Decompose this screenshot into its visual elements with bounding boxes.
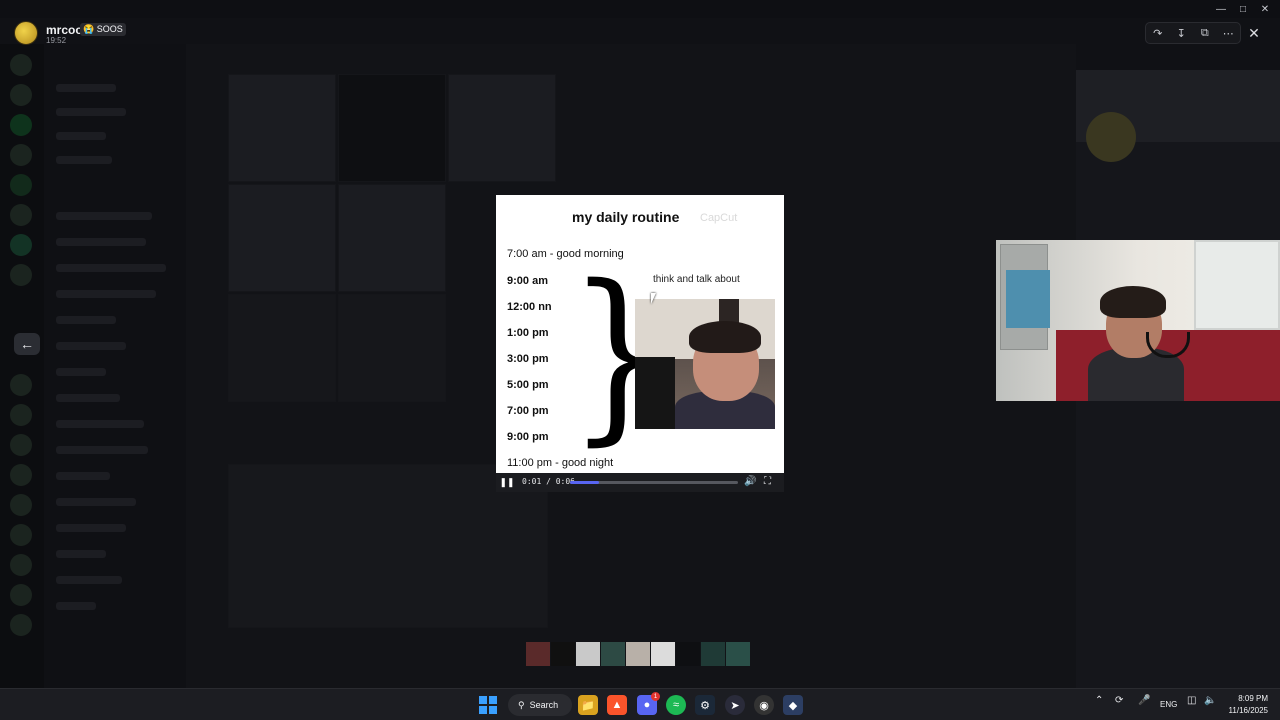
brave-browser-icon[interactable]: ▲ [607,695,627,715]
video-time: 0:01 / 0:06 [522,477,575,486]
routine-time: 3:00 pm [507,353,549,365]
video-controls: ❚❚ 0:01 / 0:06 🔊 ⛶ [496,473,784,492]
search-label: Search [529,700,559,710]
close-icon[interactable]: ✕ [1244,23,1264,43]
media-thumbnail-strip [526,642,750,666]
notification-badge: 1 [651,692,660,701]
video-player[interactable]: my daily routine CapCut 7:00 am - good m… [496,195,784,492]
open-external-icon[interactable]: ⧉ [1196,24,1214,42]
more-options-icon[interactable]: ⋯ [1219,24,1237,42]
routine-time: 1:00 pm [507,327,549,339]
routine-last-line: 11:00 pm - good night [507,457,614,469]
pause-icon[interactable]: ❚❚ [499,476,514,488]
routine-time: 12:00 nn [507,301,552,313]
microphone-icon[interactable]: 🎤 [1138,695,1150,706]
windows-taskbar: ⚲ Search 📁 ▲ ● 1 ≈ ⚙ ➤ ◉ ◆ ⌃ ⟳ 🎤 ENG ◫ 🔈… [0,688,1280,720]
window-controls: — □ ✕ [1210,2,1276,16]
media-viewer-header: mrcool 😭 SOOS 19:52 ↷ ↧ ⧉ ⋯ ✕ [0,16,1280,50]
brace-label: think and talk about [653,274,740,285]
mouse-cursor [651,293,661,304]
download-icon[interactable]: ↧ [1172,24,1190,42]
minimize-icon[interactable]: — [1210,2,1232,16]
media-thumbnail[interactable] [626,642,650,666]
input-language[interactable]: ENG [1160,700,1177,709]
clock-time[interactable]: 8:09 PM [1228,694,1268,703]
windows-start-icon[interactable] [479,696,497,714]
app-icon[interactable]: ◆ [783,695,803,715]
media-thumbnail[interactable] [651,642,675,666]
progress-fill [570,481,599,484]
volume-icon[interactable]: 🔊 [744,476,756,488]
window-close-icon[interactable]: ✕ [1254,2,1276,16]
media-toolbar: ↷ ↧ ⧉ ⋯ [1145,22,1241,44]
media-thumbnail[interactable] [526,642,550,666]
fullscreen-icon[interactable]: ⛶ [764,476,776,488]
media-thumbnail[interactable] [601,642,625,666]
video-watermark: CapCut [700,212,738,224]
arrow-left-icon: ← [20,336,34,352]
routine-time: 7:00 pm [507,405,549,417]
media-thumbnail[interactable] [726,642,750,666]
webcam-overlay[interactable] [996,240,1280,401]
taskbar-search[interactable]: ⚲ Search [508,694,572,716]
previous-media-button[interactable]: ← [14,333,40,355]
inset-photo [635,299,775,429]
routine-time: 5:00 pm [507,379,549,391]
media-thumbnail[interactable] [676,642,700,666]
search-icon: ⚲ [518,699,525,710]
server-rail [0,44,44,688]
media-thumbnail[interactable] [701,642,725,666]
app-icon[interactable]: ◉ [754,695,774,715]
chevron-up-icon[interactable]: ⌃ [1095,695,1103,706]
display-icon[interactable]: ◫ [1187,695,1196,706]
discord-icon[interactable]: ● 1 [637,692,660,715]
forward-icon[interactable]: ↷ [1149,24,1167,42]
profile-avatar [1086,112,1136,162]
spotify-icon[interactable]: ≈ [666,695,686,715]
media-thumbnail[interactable] [576,642,600,666]
steam-icon[interactable]: ⚙ [695,695,715,715]
author-tag: 😭 SOOS [80,23,126,36]
video-title-text: my daily routine [572,209,680,225]
file-explorer-icon[interactable]: 📁 [578,695,598,715]
media-thumbnail[interactable] [551,642,575,666]
routine-time: 9:00 am [507,275,548,287]
clock-date[interactable]: 11/16/2025 [1222,706,1268,715]
maximize-icon[interactable]: □ [1232,2,1254,16]
channel-list [44,44,186,688]
message-timestamp: 19:52 [46,36,67,45]
progress-bar[interactable] [570,481,738,484]
volume-icon[interactable]: 🔈 [1204,695,1216,706]
sync-icon[interactable]: ⟳ [1115,695,1123,706]
routine-time: 9:00 pm [507,431,549,443]
avatar[interactable] [14,21,38,45]
app-icon[interactable]: ➤ [725,695,745,715]
